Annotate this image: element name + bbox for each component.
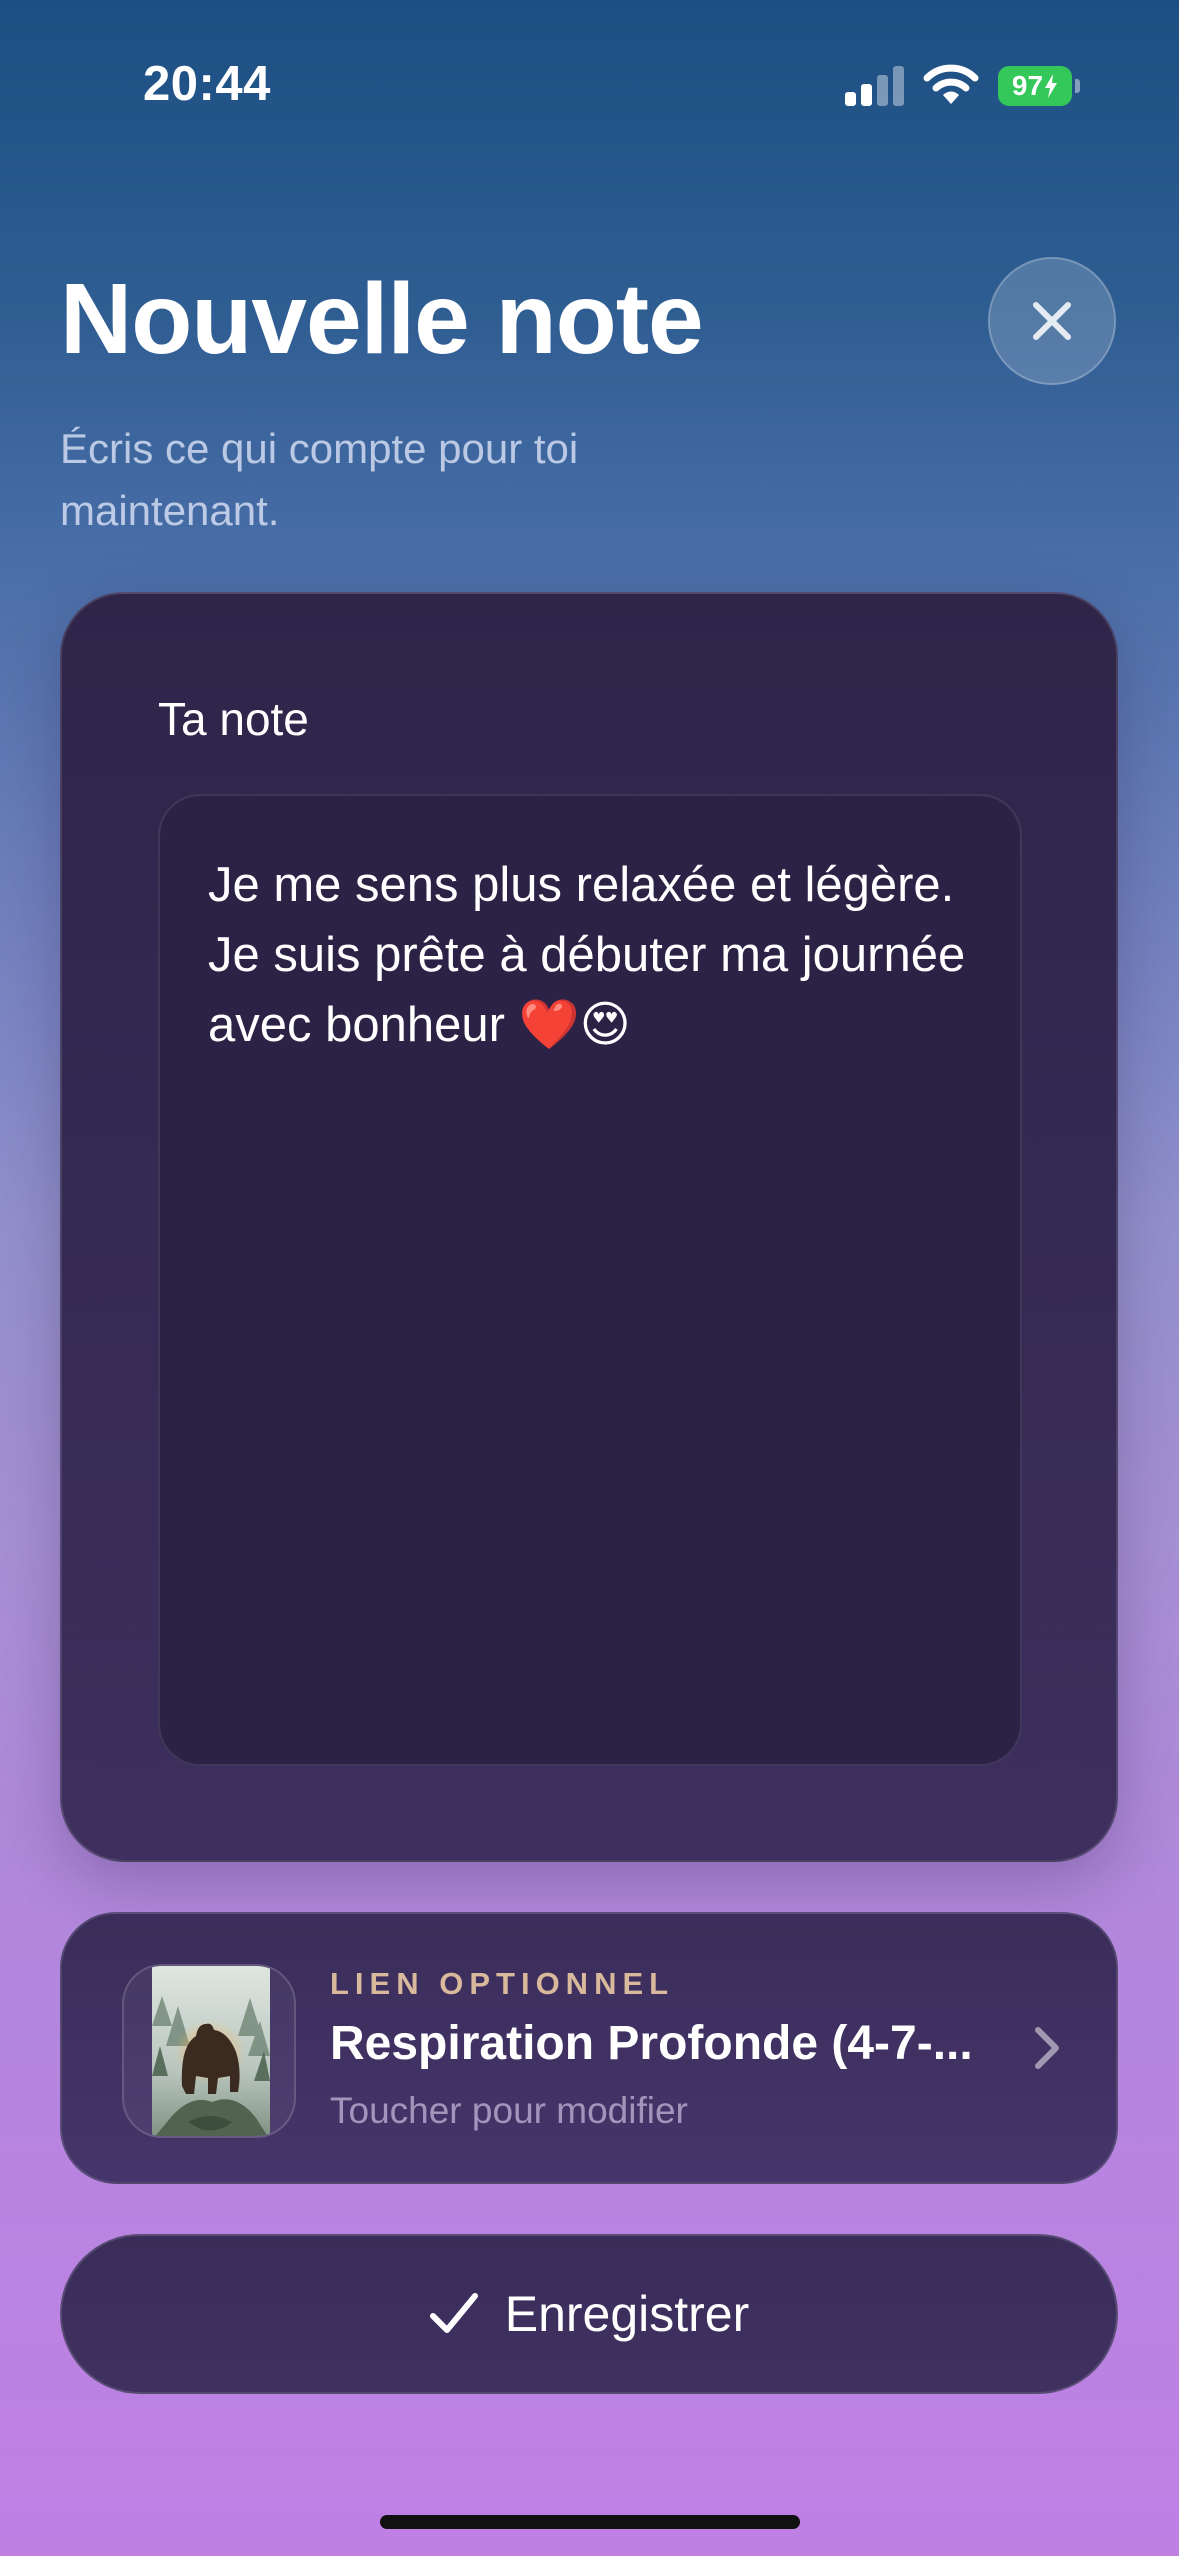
close-button[interactable] [988,257,1116,385]
link-title: Respiration Profonde (4-7-... [330,2017,973,2070]
charging-bolt-icon [1045,74,1058,98]
link-thumbnail [122,1964,296,2138]
status-bar: 20:44 97 [0,0,1179,150]
close-icon [1033,302,1071,340]
page-subtitle: Écris ce qui compte pour toi maintenant. [60,425,579,534]
link-hint: Toucher pour modifier [330,2090,688,2131]
battery-icon: 97 [998,66,1080,106]
battery-level: 97 [998,66,1072,106]
bear-thumbnail-image [152,1966,270,2136]
page-title: Nouvelle note [60,263,704,375]
status-time: 20:44 [143,57,271,111]
note-card: Ta note Je me sens plus relaxée et légèr… [60,592,1118,1862]
save-button[interactable]: Enregistrer [60,2234,1118,2394]
home-indicator[interactable] [380,2515,800,2529]
chevron-right-icon [1035,2027,1059,2069]
link-eyebrow: LIEN OPTIONNEL [330,1966,675,2001]
save-label: Enregistrer [504,2286,750,2342]
optional-link-row[interactable]: LIEN OPTIONNEL Respiration Profonde (4-7… [60,1912,1118,2184]
battery-percent: 97 [1011,70,1044,101]
checkmark-icon [429,2293,478,2333]
wifi-icon [923,64,979,104]
note-text-input[interactable]: Je me sens plus relaxée et légère. Je su… [158,794,1022,1766]
note-label: Ta note [158,693,309,745]
cellular-signal-icon [845,66,905,106]
